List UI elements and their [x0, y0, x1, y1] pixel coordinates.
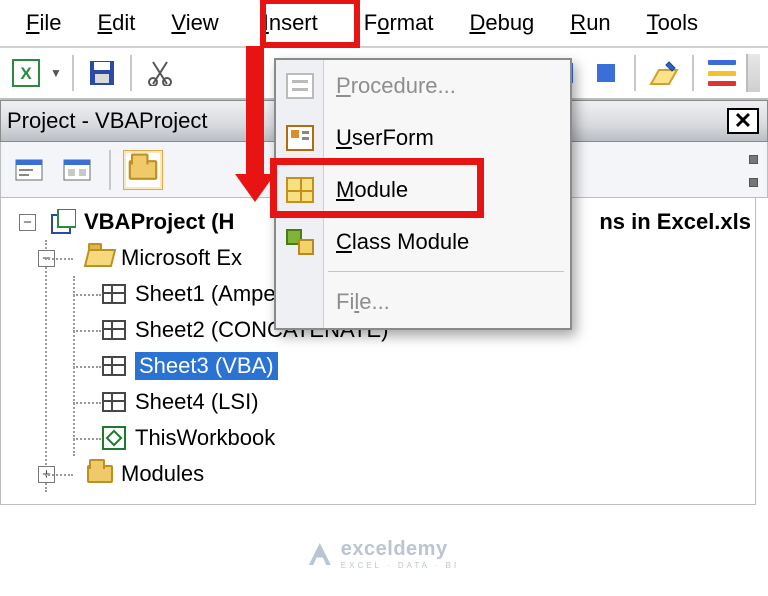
dropdown-separator [276, 268, 570, 276]
watermark-brand: exceldemy [341, 538, 448, 560]
toolbar-separator [692, 55, 694, 91]
folder-icon [87, 465, 113, 483]
toolbar-overflow-edge [746, 54, 760, 92]
tree-modules-folder[interactable]: + Modules [47, 456, 755, 492]
insert-dropdown: Procedure...Procedure... UserFormUserFor… [274, 58, 572, 330]
module-icon [286, 177, 314, 203]
close-button[interactable]: ✕ [727, 108, 759, 134]
toolbar-separator [72, 55, 74, 91]
tree-node-label: Modules [121, 461, 204, 487]
pane-grip [747, 153, 759, 187]
collapse-icon[interactable]: − [19, 214, 36, 231]
save-icon[interactable] [84, 55, 120, 91]
tree-node-label: ThisWorkbook [135, 425, 275, 451]
toolbar-separator [109, 150, 111, 190]
menubar: FFileile EditEdit ViewView InsertInsert … [0, 0, 768, 48]
watermark-logo-icon [309, 543, 331, 565]
expand-icon[interactable]: + [38, 466, 55, 483]
watermark-tagline: EXCEL · DATA · BI [341, 561, 459, 570]
worksheet-icon [102, 284, 126, 304]
procedure-icon [286, 73, 314, 99]
toolbar-separator [634, 55, 636, 91]
workbook-icon [102, 426, 126, 450]
userform-icon [286, 125, 314, 151]
cut-icon[interactable] [142, 55, 178, 91]
svg-text:X: X [20, 64, 32, 83]
tree-thisworkbook-item[interactable]: ThisWorkbook [75, 420, 755, 456]
insert-procedure-item: Procedure...Procedure... [276, 60, 570, 112]
menu-tools[interactable]: ToolsTools [629, 4, 716, 42]
tree-node-label-tail: ns in Excel.xls [599, 209, 751, 235]
vba-project-icon [50, 209, 76, 235]
menu-debug[interactable]: DebugDebug [451, 4, 552, 42]
tree-sheet-item[interactable]: Sheet4 (LSI) [75, 384, 755, 420]
excel-app-icon[interactable]: X [8, 55, 44, 91]
worksheet-icon [102, 320, 126, 340]
menu-file[interactable]: FFileile [8, 4, 79, 42]
folder-open-icon [86, 249, 114, 267]
tree-sheet-item[interactable]: Sheet3 (VBA) [75, 348, 755, 384]
toolbar-separator [130, 55, 132, 91]
insert-module-item[interactable]: ModuleModule [276, 164, 570, 216]
tree-node-label: VBAProject (H [84, 209, 234, 235]
insert-class-module-item[interactable]: Class ModuleClass Module [276, 216, 570, 268]
worksheet-icon [102, 392, 126, 412]
tree-node-label-selected: Sheet3 (VBA) [135, 352, 278, 380]
project-pane-title: Project - VBAProject [7, 108, 208, 134]
stop-icon[interactable] [588, 55, 624, 91]
toggle-folders-icon[interactable] [123, 150, 163, 190]
design-mode-icon[interactable] [646, 55, 682, 91]
menu-insert[interactable]: InsertInsert [245, 4, 336, 42]
insert-file-item: File...File... [276, 276, 570, 328]
tree-node-label: Sheet4 (LSI) [135, 389, 259, 415]
menu-format[interactable]: FormatFormat [346, 4, 452, 42]
menu-edit[interactable]: EditEdit [79, 4, 153, 42]
tree-node-label: Microsoft Ex [121, 245, 242, 271]
menu-view[interactable]: ViewView [153, 4, 236, 42]
project-explorer-icon[interactable] [704, 55, 740, 91]
watermark: exceldemy EXCEL · DATA · BI [309, 538, 459, 570]
view-object-icon[interactable] [57, 150, 97, 190]
view-code-icon[interactable] [9, 150, 49, 190]
worksheet-icon [102, 356, 126, 376]
collapse-icon[interactable]: − [38, 250, 55, 267]
insert-userform-item[interactable]: UserFormUserForm [276, 112, 570, 164]
class-module-icon [286, 229, 314, 255]
menu-run[interactable]: RunRun [552, 4, 628, 42]
